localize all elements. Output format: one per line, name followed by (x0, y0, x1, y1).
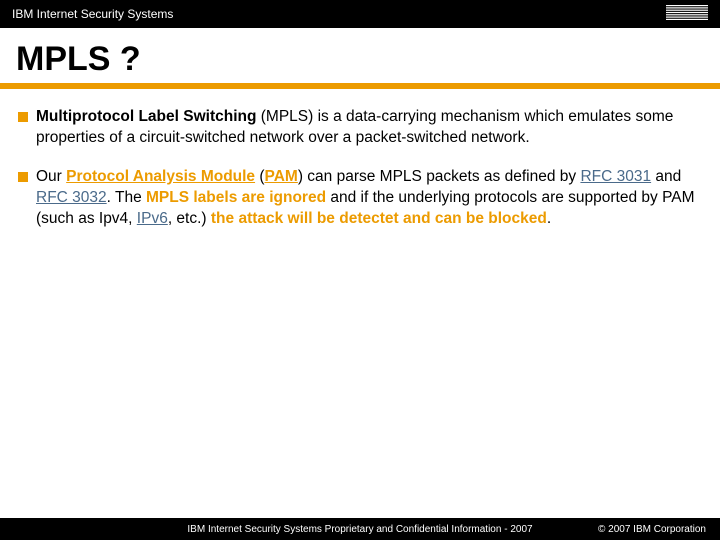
mpls-ignored: MPLS labels are ignored (146, 189, 326, 206)
ipv6-link[interactable]: IPv6 (137, 210, 168, 227)
slide-title: MPLS ? (0, 28, 720, 83)
b2-t2: ( (255, 168, 264, 185)
attack-blocked: the attack will be detectet and can be b… (211, 210, 547, 227)
bullet-marker-icon (18, 172, 28, 182)
pam-link[interactable]: Protocol Analysis Module (66, 168, 255, 185)
bullet-2-text: Our Protocol Analysis Module (PAM) can p… (36, 167, 700, 230)
rfc-3031-link[interactable]: RFC 3031 (580, 168, 651, 185)
b2-t3: ) can parse MPLS packets as defined by (298, 168, 581, 185)
bullet-1: Multiprotocol Label Switching (MPLS) is … (18, 107, 700, 149)
header-brand: IBM Internet Security Systems (12, 7, 173, 21)
pam-short-link[interactable]: PAM (265, 168, 298, 185)
b1-strong: Multiprotocol Label Switching (36, 108, 256, 125)
b2-t5: . The (107, 189, 146, 206)
bullet-marker-icon (18, 112, 28, 122)
b2-t4: and (651, 168, 681, 185)
rfc-3032-link[interactable]: RFC 3032 (36, 189, 107, 206)
footer-bar: IBM Internet Security Systems Proprietar… (0, 518, 720, 540)
ibm-logo (666, 5, 708, 24)
b2-t7: , etc.) (168, 210, 211, 227)
slide-content: Multiprotocol Label Switching (MPLS) is … (0, 89, 720, 230)
footer-copyright: © 2007 IBM Corporation (598, 524, 706, 535)
b2-t8: . (547, 210, 551, 227)
bullet-1-text: Multiprotocol Label Switching (MPLS) is … (36, 107, 700, 149)
header-bar: IBM Internet Security Systems (0, 0, 720, 28)
b2-t1: Our (36, 168, 66, 185)
bullet-2: Our Protocol Analysis Module (PAM) can p… (18, 167, 700, 230)
